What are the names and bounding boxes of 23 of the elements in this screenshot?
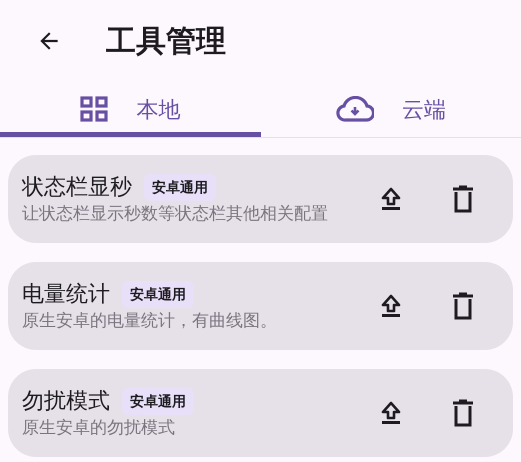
tool-name: 电量统计 (22, 280, 110, 308)
upload-icon (380, 187, 402, 211)
tool-description: 原生安卓的勿扰模式 (22, 417, 176, 439)
tab[interactable]: 云端 (260, 82, 521, 137)
page-title: 工具管理 (106, 24, 226, 60)
tag-chip: 安卓通用 (122, 388, 194, 414)
tool-description: 原生安卓的电量统计，有曲线图。 (22, 310, 278, 332)
cloud-download-icon (336, 96, 374, 122)
trash-icon (452, 185, 474, 213)
tag-chip: 安卓通用 (144, 174, 216, 200)
tool-name: 状态栏显秒 (22, 173, 132, 201)
tool-description: 让状态栏显示秒数等状态栏其他相关配置 (22, 203, 329, 225)
upload-icon (380, 294, 402, 318)
trash-icon (452, 399, 474, 427)
tool-name: 勿扰模式 (22, 387, 110, 415)
tool-card[interactable]: 勿扰模式 安卓通用 原生安卓的勿扰模式 (8, 369, 513, 457)
grid-icon (80, 96, 108, 122)
trash-icon (452, 292, 474, 320)
tool-card[interactable]: 状态栏显秒 安卓通用 让状态栏显示秒数等状态栏其他相关配置 (8, 155, 513, 243)
upload-icon (380, 401, 402, 425)
tool-card[interactable]: 电量统计 安卓通用 原生安卓的电量统计，有曲线图。 (8, 262, 513, 350)
tab[interactable]: 本地 (0, 82, 260, 137)
tag-chip: 安卓通用 (122, 280, 194, 308)
